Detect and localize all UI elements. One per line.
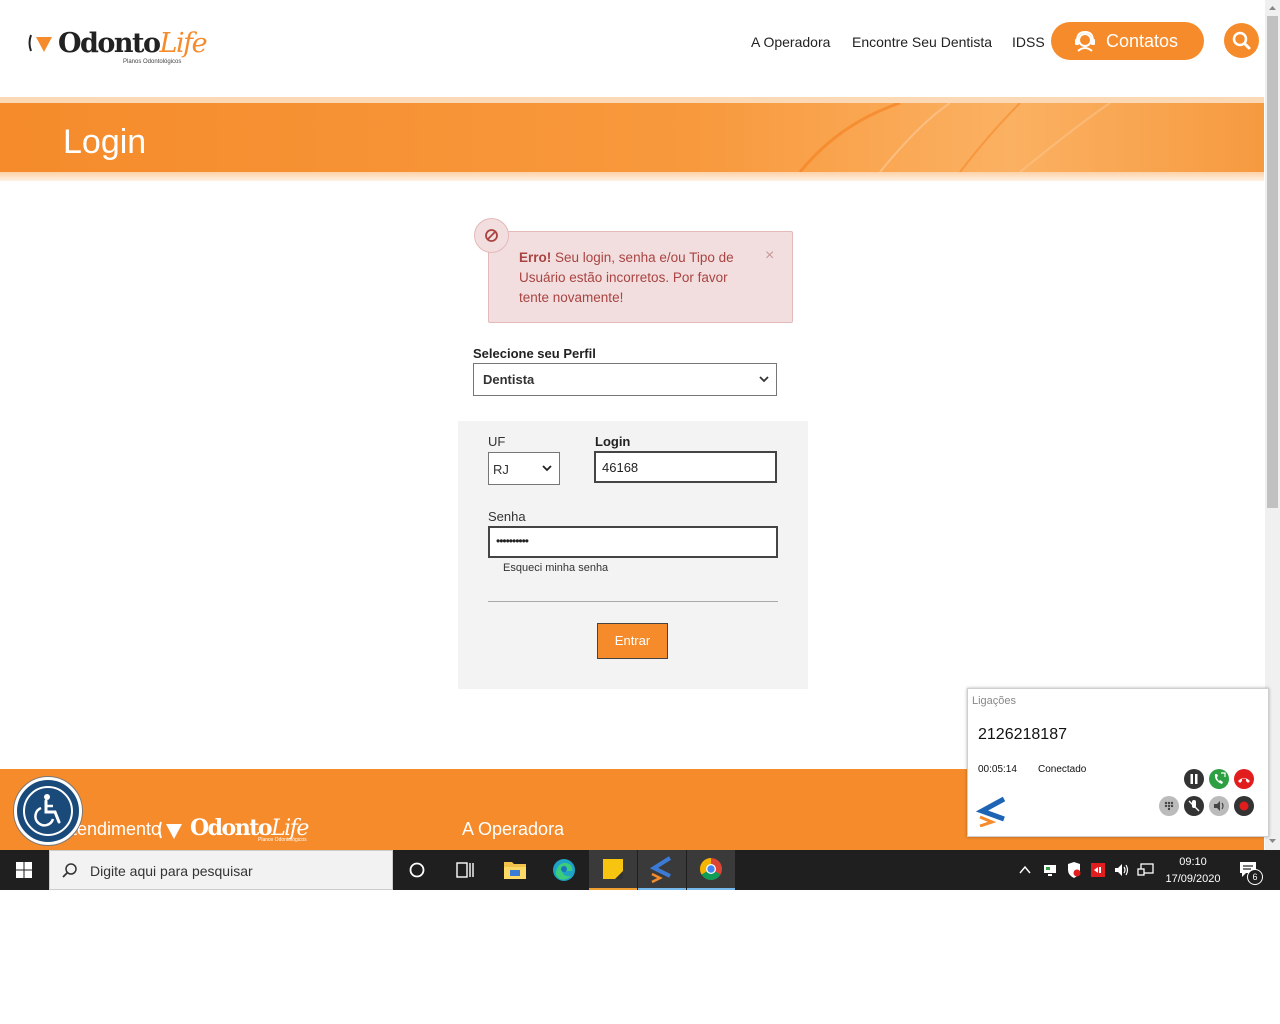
perfil-selected-value: Dentista <box>483 372 535 387</box>
scroll-up-icon[interactable] <box>1267 3 1278 12</box>
dialpad-icon <box>1164 801 1174 811</box>
sticky-notes-icon <box>603 859 623 879</box>
softphone-app-icon <box>649 856 672 884</box>
dialpad-button[interactable] <box>1159 796 1179 816</box>
pause-icon <box>1190 774 1198 784</box>
windows-taskbar: Digite aqui para pesquisar 09:10 17/09/2… <box>0 850 1280 890</box>
footer-logo: OdontoLife Planos Odontológicos <box>158 815 328 845</box>
chevron-up-icon[interactable] <box>1018 863 1032 877</box>
speaker-icon <box>1214 801 1224 811</box>
softphone-app[interactable] <box>638 850 686 890</box>
perfil-select[interactable]: Dentista <box>473 363 777 396</box>
antivirus-icon[interactable] <box>1090 862 1106 878</box>
scrollbar-thumb[interactable] <box>1267 16 1278 508</box>
phone-transfer-icon <box>1214 772 1226 784</box>
speaker-button[interactable] <box>1209 796 1229 816</box>
edge-app[interactable] <box>540 850 588 890</box>
mute-button[interactable] <box>1184 796 1204 816</box>
notification-count-badge: 6 <box>1247 869 1263 885</box>
call-status: Conectado <box>1038 764 1087 775</box>
page-title: Login <box>63 123 147 161</box>
record-icon <box>1239 801 1249 811</box>
taskbar-search-box[interactable]: Digite aqui para pesquisar <box>49 850 393 890</box>
footer-logo-subtitle: Planos Odontológicos <box>258 837 307 843</box>
uf-selected-value: RJ <box>493 462 509 477</box>
chevron-down-icon <box>759 376 769 383</box>
alert-close-button[interactable]: × <box>765 247 774 265</box>
task-view-icon <box>456 862 474 878</box>
login-value: 46168 <box>602 460 639 475</box>
phone-hangup-icon <box>1238 778 1250 783</box>
login-input[interactable]: 46168 <box>594 451 777 483</box>
file-explorer-app[interactable] <box>491 850 539 890</box>
alert-prohibited-icon <box>474 218 509 253</box>
contatos-button[interactable]: Contatos <box>1051 22 1204 60</box>
scroll-down-icon[interactable] <box>1267 836 1278 845</box>
transfer-call-button[interactable] <box>1209 769 1229 789</box>
clock-date: 17/09/2020 <box>1165 873 1221 885</box>
action-center-button[interactable]: 6 <box>1238 860 1264 885</box>
chrome-app[interactable] <box>687 850 735 890</box>
start-button[interactable] <box>0 850 48 890</box>
banner-bottom-stripe <box>0 172 1264 181</box>
senha-label: Senha <box>488 509 526 524</box>
forgot-password-link[interactable]: Esqueci minha senha <box>503 562 608 574</box>
softphone-logo-icon <box>976 796 1006 827</box>
hold-call-button[interactable] <box>1184 769 1204 789</box>
entrar-button[interactable]: Entrar <box>597 623 668 659</box>
call-widget-title: Ligações <box>972 695 1017 707</box>
contatos-label: Contatos <box>1106 31 1179 51</box>
search-icon <box>62 863 77 878</box>
support-agent-icon <box>1075 30 1095 52</box>
record-button[interactable] <box>1234 796 1254 816</box>
folder-icon <box>504 862 526 879</box>
search-button[interactable] <box>1224 23 1259 58</box>
login-label: Login <box>595 434 631 449</box>
footer-logo-tooth-icon <box>158 821 182 839</box>
call-duration: 00:05:14 <box>978 764 1017 775</box>
security-shield-icon[interactable] <box>1066 861 1082 879</box>
call-widget: Ligações 2126218187 00:05:14 Conectado <box>967 688 1269 837</box>
error-message: Erro! Seu login, senha e/ou Tipo de Usuá… <box>519 250 734 305</box>
volume-icon[interactable] <box>1113 862 1131 878</box>
logo-tooth-icon <box>28 34 52 52</box>
network-wired-icon[interactable] <box>1137 862 1155 878</box>
nav-encontre-seu-dentista[interactable]: Encontre Seu Dentista <box>852 34 992 50</box>
senha-input[interactable]: •••••••••• <box>488 526 778 558</box>
call-phone-number: 2126218187 <box>978 726 1067 743</box>
windows-logo-icon <box>16 862 32 878</box>
microphone-off-icon <box>1188 800 1200 812</box>
logo-wordmark: OdontoLife <box>58 28 208 59</box>
accessibility-button[interactable] <box>14 777 82 845</box>
network-monitor-icon[interactable] <box>1042 862 1058 878</box>
nav-idss[interactable]: IDSS <box>1012 34 1045 50</box>
odontolife-logo[interactable]: OdontoLife Planos Odontológicos <box>28 28 208 70</box>
chrome-browser-icon <box>700 858 722 880</box>
clock-time: 09:10 <box>1179 856 1207 868</box>
senha-masked-value: •••••••••• <box>496 534 529 548</box>
nav-a-operadora[interactable]: A Operadora <box>751 34 830 50</box>
uf-select[interactable]: RJ <box>488 452 560 485</box>
logo-subtitle: Planos Odontológicos <box>123 59 182 65</box>
chevron-down-icon <box>542 465 552 472</box>
sticky-notes-app[interactable] <box>589 850 637 890</box>
search-icon <box>1232 31 1251 50</box>
uf-label: UF <box>488 434 506 449</box>
taskbar-search-placeholder: Digite aqui para pesquisar <box>90 863 253 879</box>
task-view-button[interactable] <box>441 850 489 890</box>
banner-decoration <box>798 103 1111 172</box>
page-banner: Login <box>0 103 1264 172</box>
taskbar-clock[interactable]: 09:10 17/09/2020 <box>1160 854 1226 888</box>
perfil-label: Selecione seu Perfil <box>473 346 596 361</box>
wheelchair-icon <box>23 786 73 836</box>
hangup-button[interactable] <box>1234 769 1254 789</box>
footer-a-operadora[interactable]: A Operadora <box>462 819 564 840</box>
form-divider <box>488 601 778 602</box>
cortana-button[interactable] <box>393 850 441 890</box>
error-alert: Erro! Seu login, senha e/ou Tipo de Usuá… <box>488 231 793 323</box>
cortana-circle-icon <box>409 862 425 878</box>
edge-browser-icon <box>553 859 575 881</box>
